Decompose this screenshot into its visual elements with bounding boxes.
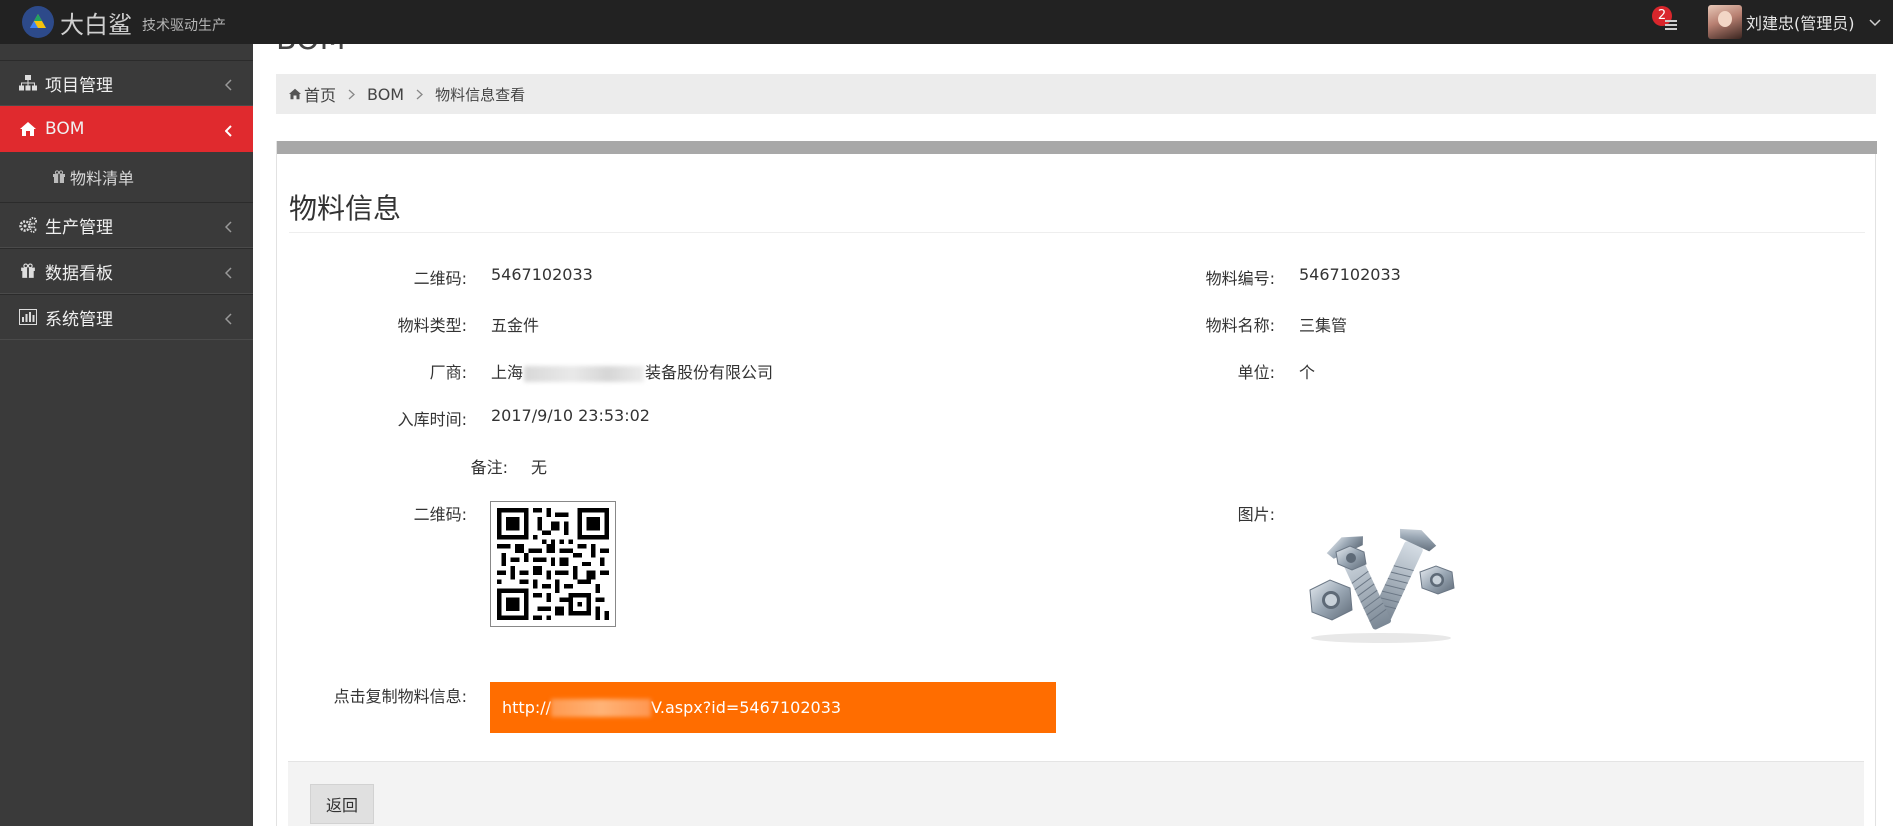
vendor-label: 厂商:: [429, 363, 467, 382]
stock-time-value: 2017/9/10 23:53:02: [491, 406, 650, 425]
breadcrumb-home[interactable]: 首页: [304, 82, 336, 106]
gears-icon: [19, 216, 37, 234]
sidebar-item-label: BOM: [45, 119, 85, 139]
material-no-value: 5467102033: [1299, 265, 1401, 284]
chevron-right-icon: [348, 85, 355, 104]
page-heading: BOM: [276, 44, 476, 54]
copy-link-prefix: http://: [502, 698, 552, 717]
page-heading-text: BOM: [276, 44, 346, 54]
home-icon: [19, 120, 37, 138]
user-menu[interactable]: 刘建忠(管理员): [1708, 3, 1881, 41]
chevron-left-icon: [224, 310, 233, 330]
sidebar-item-label: 数据看板: [45, 263, 113, 284]
chevron-left-icon: [224, 122, 233, 142]
brand[interactable]: 大白鲨 技术驱动生产: [0, 0, 226, 44]
remark-label: 备注:: [470, 458, 508, 477]
breadcrumb-current: 物料信息查看: [435, 85, 526, 104]
breadcrumb-bom[interactable]: BOM: [367, 85, 404, 104]
chevron-left-icon: [224, 76, 233, 96]
redacted-text: [524, 365, 645, 382]
unit-value: 个: [1299, 363, 1316, 382]
sidebar-subitem-material-list[interactable]: 物料清单: [0, 153, 253, 201]
brand-name: 大白鲨: [60, 10, 132, 39]
brand-logo-icon: [22, 6, 54, 38]
chevron-left-icon: [224, 264, 233, 284]
sidebar-item-production[interactable]: 生产管理: [0, 202, 253, 248]
home-icon: [288, 88, 302, 100]
sidebar-item-label: 系统管理: [45, 309, 113, 330]
qrcode-value: 5467102033: [491, 265, 593, 284]
unit-label: 单位:: [1237, 363, 1275, 382]
sidebar-item-system[interactable]: 系统管理: [0, 294, 253, 340]
picture-label: 图片:: [1237, 505, 1275, 524]
sidebar-item-label: 生产管理: [45, 217, 113, 238]
divider: [289, 232, 1865, 233]
stock-time-label: 入库时间:: [397, 410, 467, 429]
material-type-label: 物料类型:: [397, 316, 467, 335]
list-icon: [1664, 18, 1678, 36]
gift-icon: [19, 262, 37, 280]
back-button[interactable]: 返回: [310, 784, 374, 824]
sidebar: 项目管理 BOM 物料清单 生产管理 数据看板 系统管理: [0, 44, 253, 826]
vendor-suffix: 装备股份有限公司: [645, 363, 774, 382]
qr-code-image: [490, 501, 616, 627]
user-name: 刘建忠(管理员): [1746, 14, 1855, 33]
material-name-label: 物料名称:: [1205, 316, 1275, 335]
material-no-label: 物料编号:: [1205, 269, 1275, 288]
sidebar-item-dashboard[interactable]: 数据看板: [0, 248, 253, 294]
qrcode-label: 二维码:: [413, 269, 467, 288]
chevron-right-icon: [416, 85, 424, 104]
sidebar-item-label: 项目管理: [45, 75, 113, 96]
material-name-value: 三集管: [1299, 316, 1348, 335]
top-navbar: 大白鲨 技术驱动生产 2 刘建忠(管理员): [0, 0, 1893, 44]
qr-image-label: 二维码:: [413, 505, 467, 524]
form-actions: 返回: [288, 761, 1864, 826]
notification-button[interactable]: 2: [1652, 6, 1684, 38]
sitemap-icon: [19, 74, 37, 92]
remark-value: 无: [531, 458, 548, 477]
vendor-value: 上海 装备股份有限公司: [491, 359, 773, 383]
brand-slogan: 技术驱动生产: [142, 18, 226, 34]
avatar: [1708, 5, 1742, 39]
chevron-down-icon: [1868, 13, 1881, 31]
panel-title: 物料信息: [289, 192, 402, 225]
sidebar-item-bom[interactable]: BOM: [0, 106, 253, 152]
copy-info-label: 点击复制物料信息:: [333, 687, 467, 706]
material-type-value: 五金件: [491, 316, 540, 335]
bar-chart-icon: [19, 308, 37, 326]
breadcrumb: 首页 BOM 物料信息查看: [276, 74, 1876, 114]
chevron-left-icon: [224, 218, 233, 238]
material-photo: [1296, 520, 1466, 645]
redacted-text: [551, 698, 652, 717]
gift-icon: [52, 170, 66, 184]
sidebar-item-project[interactable]: 项目管理: [0, 60, 253, 106]
sidebar-item-label: 物料清单: [70, 169, 135, 188]
copy-material-link[interactable]: http:// V.aspx?id=5467102033: [490, 682, 1056, 733]
copy-link-suffix: V.aspx?id=5467102033: [651, 698, 842, 717]
panel-header-bar: [277, 141, 1877, 154]
vendor-prefix: 上海: [491, 363, 524, 382]
